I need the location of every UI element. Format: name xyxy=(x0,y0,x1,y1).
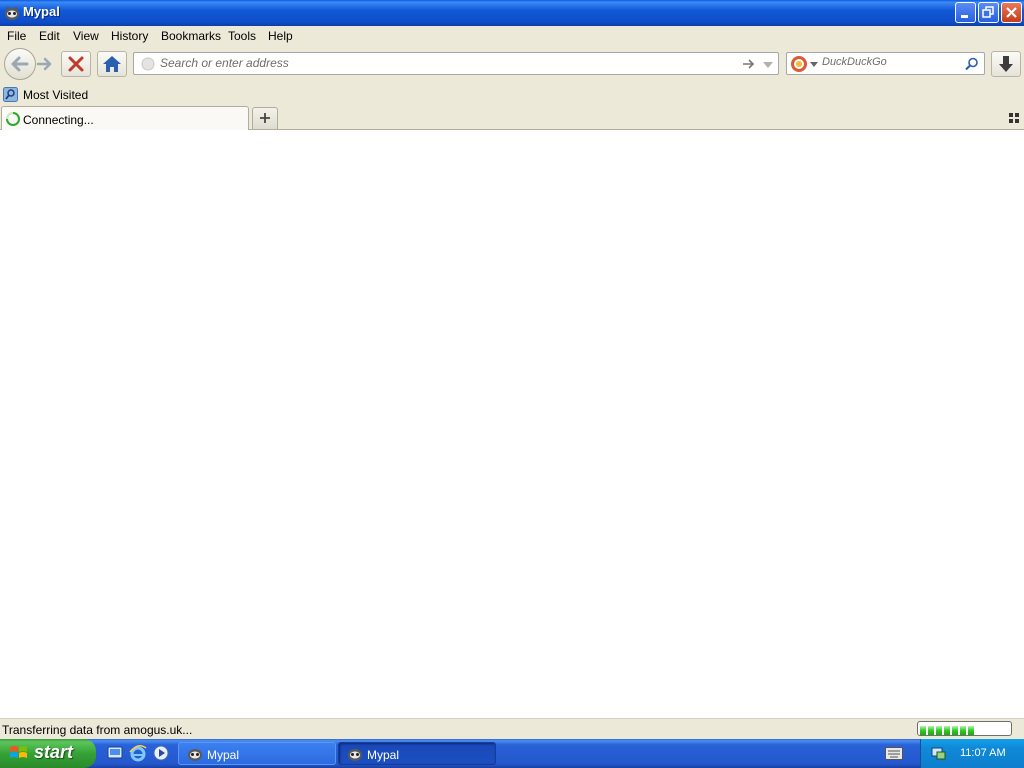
progress-fill xyxy=(920,724,976,735)
forward-button[interactable] xyxy=(35,54,55,74)
windows-logo-icon xyxy=(10,746,27,758)
address-input[interactable] xyxy=(160,56,730,70)
menu-edit[interactable]: Edit xyxy=(39,29,60,43)
history-dropdown-icon[interactable] xyxy=(762,59,774,71)
progress-segment xyxy=(952,726,958,735)
keyboard-icon[interactable] xyxy=(885,747,903,761)
minimize-icon xyxy=(961,15,968,18)
tab-title: Connecting... xyxy=(23,113,94,127)
clock: 11:07 AM xyxy=(960,747,1006,759)
progress-segment xyxy=(928,726,934,735)
menu-bookmarks[interactable]: Bookmarks xyxy=(161,29,221,43)
page-content-area[interactable] xyxy=(0,130,1024,718)
progress-segment xyxy=(968,726,974,735)
back-button[interactable] xyxy=(4,48,36,80)
menu-file[interactable]: File xyxy=(7,29,26,43)
bookmarks-toolbar: Most Visited xyxy=(0,84,1024,105)
forward-arrow-icon xyxy=(36,57,52,71)
progress-segment xyxy=(920,726,926,735)
search-icon[interactable] xyxy=(965,57,979,71)
search-bar[interactable] xyxy=(786,52,985,75)
download-arrow-icon xyxy=(999,56,1013,72)
mypal-taskbar-icon xyxy=(348,749,362,761)
progress-segment xyxy=(960,726,966,735)
tab-list-grid-icon[interactable] xyxy=(1009,113,1019,123)
site-identity-icon xyxy=(141,57,155,71)
start-button[interactable]: start xyxy=(0,739,96,768)
back-arrow-icon xyxy=(11,56,29,72)
loading-progress-bar xyxy=(917,721,1012,736)
bookmark-label: Most Visited xyxy=(23,88,89,102)
restore-icon xyxy=(982,6,994,18)
status-text: Transferring data from amogus.uk... xyxy=(2,723,193,737)
address-bar[interactable] xyxy=(133,52,779,75)
start-label: start xyxy=(34,742,74,762)
progress-segment xyxy=(936,726,942,735)
menu-view[interactable]: View xyxy=(73,29,99,43)
media-player-icon[interactable] xyxy=(153,745,169,761)
show-desktop-icon[interactable] xyxy=(107,745,123,761)
taskbar: start Mypal Mypal 11:07 AM xyxy=(0,739,1024,768)
menu-tools[interactable]: Tools xyxy=(228,29,256,43)
status-bar: Transferring data from amogus.uk... xyxy=(0,718,1024,739)
downloads-button[interactable] xyxy=(991,51,1021,77)
engine-dropdown-icon[interactable] xyxy=(810,61,818,69)
mypal-app-icon xyxy=(5,6,19,20)
internet-explorer-icon[interactable] xyxy=(129,744,147,762)
taskbar-item-mypal[interactable]: Mypal xyxy=(178,742,336,765)
loading-spinner-icon xyxy=(6,112,20,126)
taskbar-item-label: Mypal xyxy=(207,748,240,762)
close-window-button[interactable] xyxy=(1001,2,1022,23)
minimize-button[interactable] xyxy=(955,2,976,23)
menu-history[interactable]: History xyxy=(111,29,148,43)
menu-bar: File Edit View History Bookmarks Tools H… xyxy=(0,26,1024,46)
plus-icon xyxy=(260,113,270,123)
progress-segment xyxy=(944,726,950,735)
duckduckgo-engine-icon[interactable] xyxy=(790,55,808,73)
navigation-toolbar xyxy=(0,46,1024,84)
tab-connecting[interactable]: Connecting... xyxy=(1,106,249,130)
network-icon[interactable] xyxy=(931,745,947,761)
search-input[interactable] xyxy=(822,56,962,68)
system-tray: 11:07 AM xyxy=(920,739,1024,768)
taskbar-item-label: Mypal xyxy=(367,748,400,762)
stop-button[interactable] xyxy=(61,51,91,77)
home-icon xyxy=(103,56,121,72)
title-bar: Mypal xyxy=(0,0,1024,26)
taskbar-item-mypal-active[interactable]: Mypal xyxy=(338,742,496,765)
tab-strip: Connecting... xyxy=(0,105,1024,130)
mypal-taskbar-icon xyxy=(188,749,202,761)
new-tab-button[interactable] xyxy=(252,107,278,129)
restore-button[interactable] xyxy=(978,2,999,23)
go-arrow-icon[interactable] xyxy=(742,57,756,71)
folder-search-icon xyxy=(3,87,18,102)
menu-help[interactable]: Help xyxy=(268,29,293,43)
close-icon xyxy=(1006,7,1017,18)
stop-x-icon xyxy=(68,56,84,72)
home-button[interactable] xyxy=(97,51,127,77)
window-title: Mypal xyxy=(23,4,60,19)
